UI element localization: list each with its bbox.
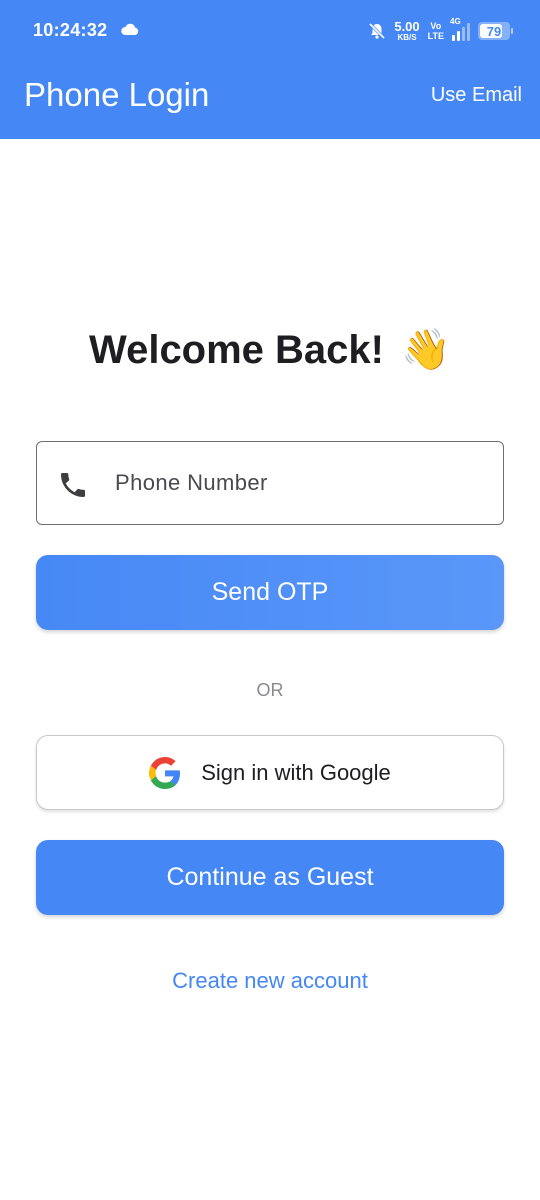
status-time: 10:24:32 xyxy=(33,20,108,40)
page-title: Phone Login xyxy=(24,76,210,113)
volte-top: Vo xyxy=(430,21,442,31)
net-speed-value: 5.00 xyxy=(394,18,420,34)
status-icons: 5.00 KB/S Vo LTE 4G 79 xyxy=(368,17,513,44)
signal-icon: 4G xyxy=(450,17,470,41)
mute-icon xyxy=(369,22,386,40)
google-button-label: Sign in with Google xyxy=(201,759,391,785)
welcome-text: Welcome Back! xyxy=(89,328,384,372)
battery-percent: 79 xyxy=(486,23,502,39)
google-sign-in-button[interactable]: Sign in with Google xyxy=(36,735,504,810)
net-speed-unit: KB/S xyxy=(397,32,417,42)
google-icon xyxy=(149,756,181,789)
or-divider: OR xyxy=(256,680,284,700)
status-bar: 10:24:32 5.00 KB/S Vo LTE 4G 79 xyxy=(0,0,540,62)
send-otp-button[interactable]: Send OTP xyxy=(36,555,504,630)
welcome-heading: Welcome Back! 👋 xyxy=(0,326,540,373)
network-type: 4G xyxy=(450,17,461,26)
volte-indicator: Vo LTE xyxy=(428,21,444,41)
phone-number-input[interactable] xyxy=(115,462,485,504)
volte-bottom: LTE xyxy=(427,31,444,41)
phone-icon xyxy=(61,473,85,497)
wave-icon: 👋 xyxy=(401,328,451,372)
network-speed: 5.00 KB/S xyxy=(394,18,420,42)
cloud-icon xyxy=(121,23,139,35)
phone-number-field[interactable] xyxy=(36,441,504,525)
create-account-link[interactable]: Create new account xyxy=(0,968,540,994)
continue-as-guest-button[interactable]: Continue as Guest xyxy=(36,840,504,915)
battery-icon: 79 xyxy=(478,22,513,40)
use-email-button[interactable]: Use Email xyxy=(431,84,522,107)
